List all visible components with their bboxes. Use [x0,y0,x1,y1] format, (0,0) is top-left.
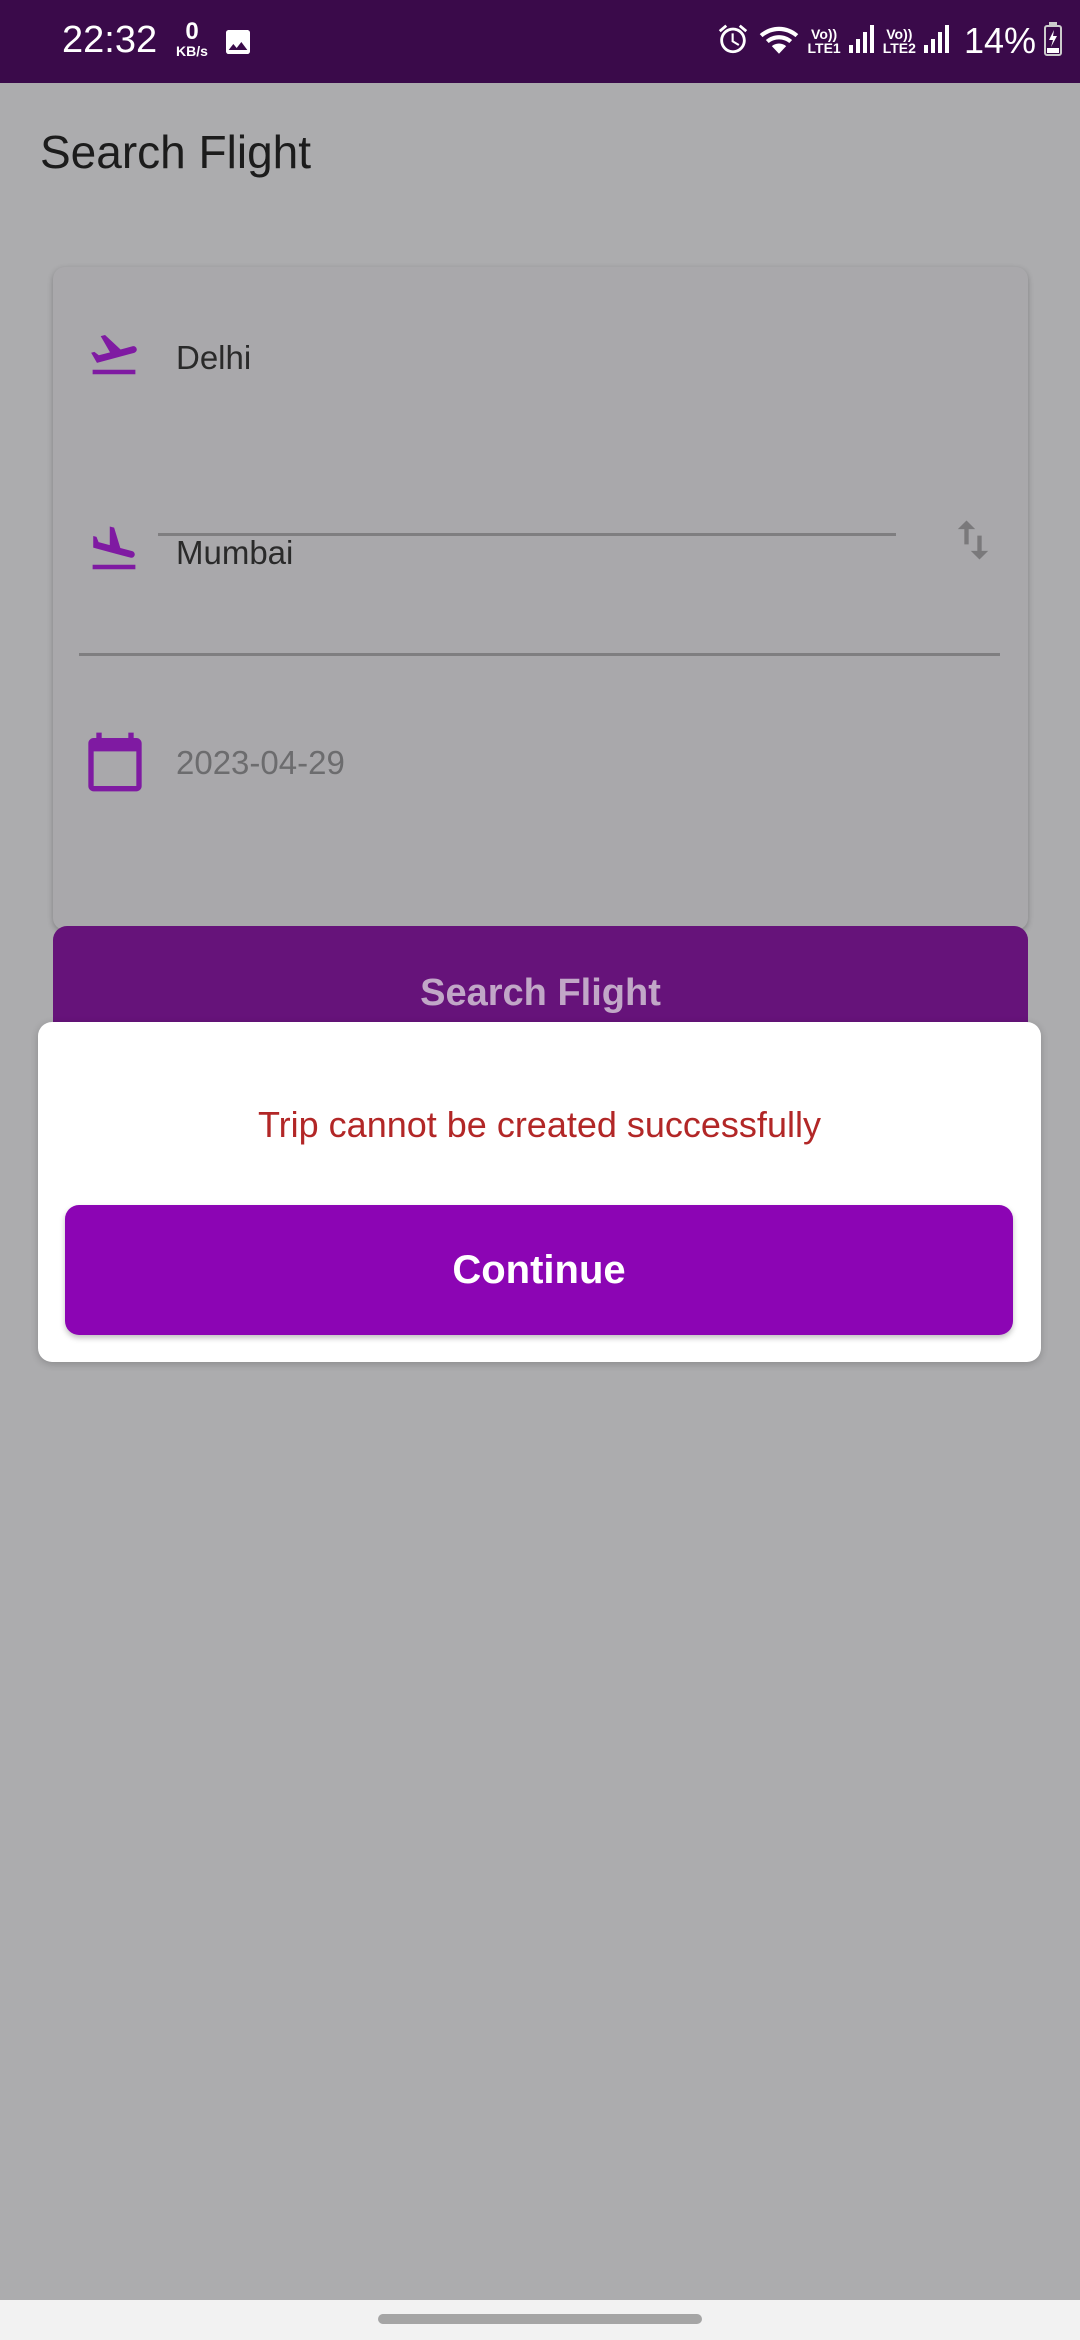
network-speed-unit: KB/s [176,43,208,59]
calendar-icon [83,727,147,802]
battery-charging-icon [1044,21,1062,61]
page-title: Search Flight [40,126,312,178]
from-field[interactable]: Delhi [176,339,251,377]
sim2-label: Vo)) LTE2 [883,27,916,55]
swap-vertical-icon[interactable] [947,510,999,575]
to-field[interactable]: Mumbai [176,534,293,572]
sim1-lte: LTE1 [807,40,841,56]
sim2-lte: LTE2 [882,40,916,56]
continue-button[interactable]: Continue [65,1205,1013,1335]
status-time: 22:32 [62,19,158,61]
date-field[interactable]: 2023-04-29 [176,744,345,782]
sim1-label: Vo)) LTE1 [808,27,841,55]
battery-percent: 14% [963,20,1036,61]
to-field-underline [79,653,1000,656]
status-bar: 22:32 0 KB/s Vo)) LTE1 Vo)) LTE2 14% [0,0,1080,83]
error-dialog: Trip cannot be created successfully Cont… [38,1022,1041,1362]
signal-icon [923,23,950,60]
network-speed: 0 KB/s [172,18,212,59]
alarm-icon [716,22,750,61]
search-form-card: Delhi Mumbai 2023-04-29 [53,267,1028,930]
dialog-message: Trip cannot be created successfully [258,1104,821,1145]
navigation-bar [0,2300,1080,2340]
flight-takeoff-icon [83,327,145,386]
status-icons: Vo)) LTE1 Vo)) LTE2 14% [716,14,1062,68]
wifi-icon [758,21,800,62]
flight-land-icon [83,522,145,581]
home-indicator[interactable] [378,2314,702,2324]
gallery-icon [222,26,254,63]
network-speed-value: 0 [185,18,199,45]
signal-icon [848,23,875,60]
